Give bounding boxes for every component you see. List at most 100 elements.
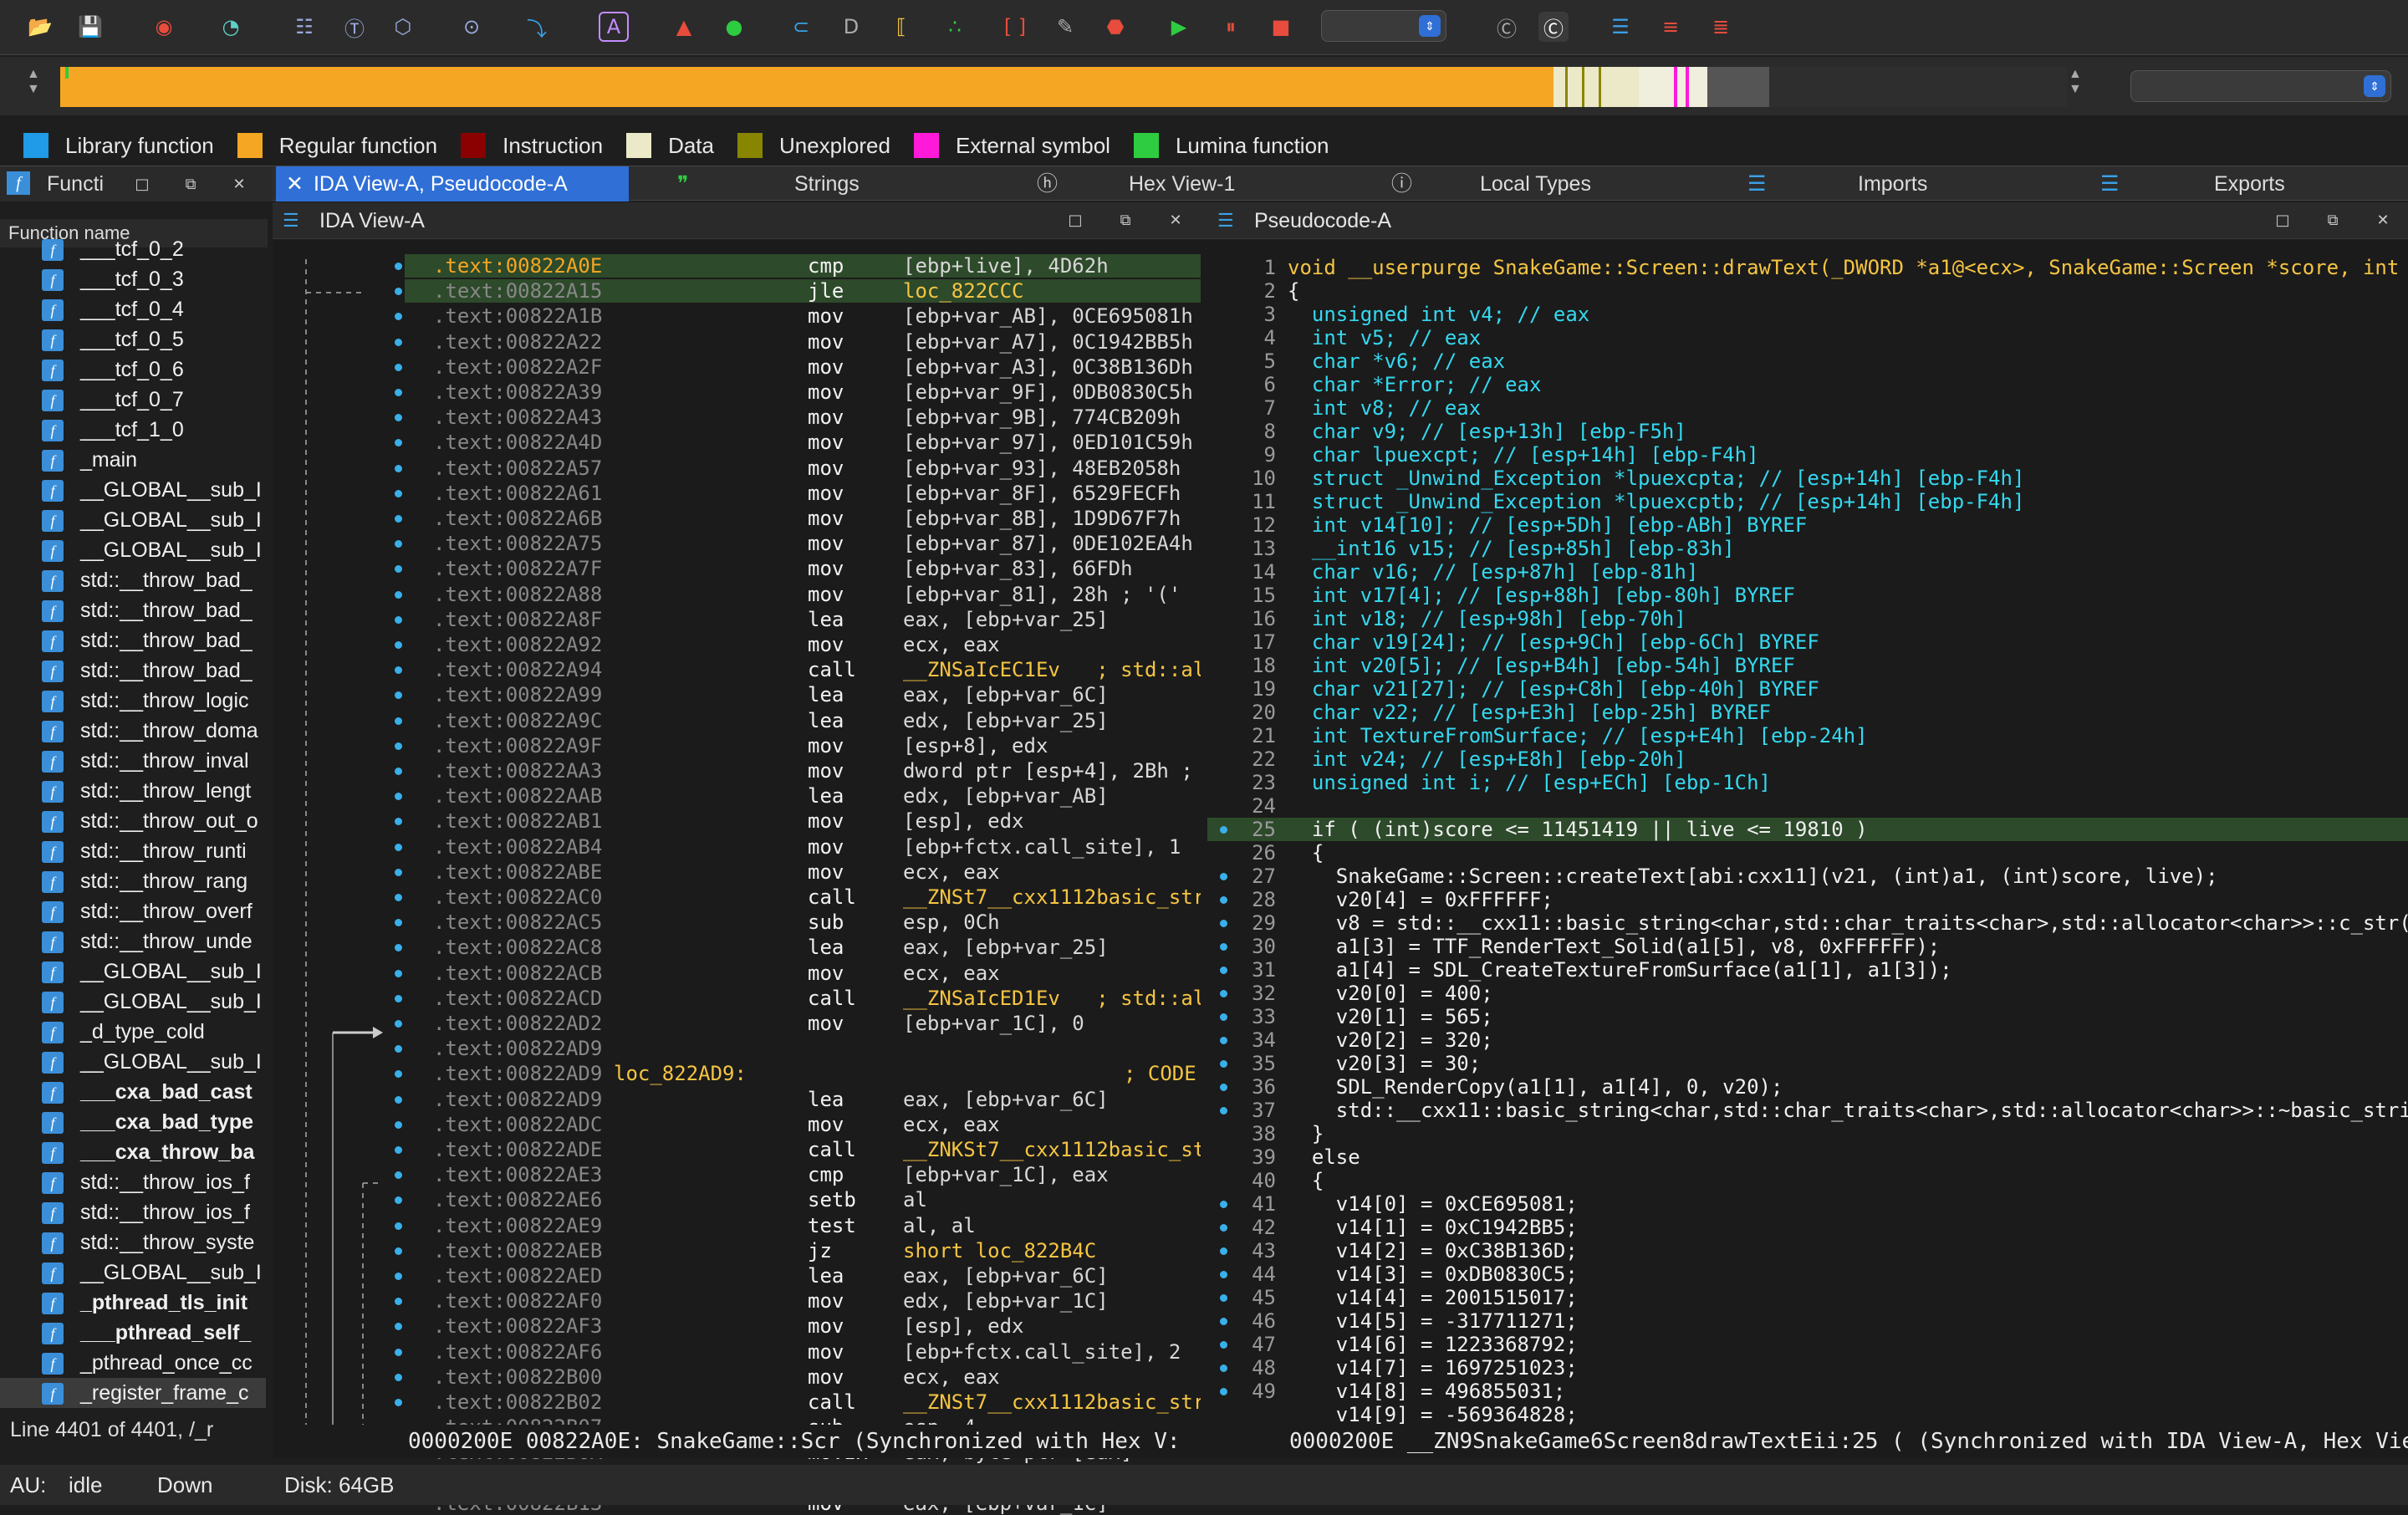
function-list-item[interactable]: f std::__throw_bad_ xyxy=(0,655,266,686)
tab-local-types[interactable]: Local Types xyxy=(1480,166,1591,201)
table-icon[interactable]: ☰ xyxy=(1605,12,1635,42)
function-list-item[interactable]: f std::__throw_doma xyxy=(0,716,266,746)
restore-icon[interactable]: ⧉ xyxy=(1117,212,1134,229)
pseudocode-line[interactable]: 41 v14[0] = 0xCE695081; xyxy=(1207,1192,2408,1216)
jump-forward-icon[interactable]: ◔ xyxy=(216,12,246,42)
pseudocode-line[interactable]: 19 char v21[27]; // [esp+C8h] [ebp-40h] … xyxy=(1207,677,2408,701)
function-list-item[interactable]: f _register_frame_c xyxy=(0,1378,266,1408)
pseudocode-line[interactable]: 36 SDL_RenderCopy(a1[1], a1[4], 0, v20); xyxy=(1207,1075,2408,1099)
pseudocode-line[interactable]: 5 char *v6; // eax xyxy=(1207,349,2408,373)
jump-back-icon[interactable]: ◉ xyxy=(149,12,179,42)
function-list-item[interactable]: f ___pthread_self_ xyxy=(0,1318,266,1348)
new-segment-icon[interactable]: ☷ xyxy=(289,12,319,42)
disasm-line[interactable]: .text:00822A39 mov [ebp+var_9F], 0DB0830C5… xyxy=(405,380,1201,404)
pseudocode-line[interactable]: 13 __int16 v15; // [esp+85h] [ebp-83h] xyxy=(1207,537,2408,560)
disasm-line[interactable]: .text:00822AC0 call __ZNSt7__cxx1112basic_… xyxy=(405,885,1201,909)
close-icon[interactable]: ✕ xyxy=(1167,212,1184,229)
minimize-icon[interactable]: □ xyxy=(2274,212,2291,229)
pseudocode-line[interactable]: 31 a1[4] = SDL_CreateTextureFromSurface(… xyxy=(1207,958,2408,982)
function-list-item[interactable]: f std::__throw_inval xyxy=(0,746,266,776)
tab-imports[interactable]: Imports xyxy=(1858,166,1927,201)
navigation-band[interactable] xyxy=(60,67,2067,107)
function-list-item[interactable]: f std::__throw_lengt xyxy=(0,776,266,806)
disasm-line[interactable]: .text:00822AD2 mov [ebp+var_1C], 0 xyxy=(405,1012,1201,1035)
disasm-line[interactable]: .text:00822ACB mov ecx, eax xyxy=(405,962,1201,985)
pseudocode-line[interactable]: 35 v20[3] = 30; xyxy=(1207,1052,2408,1075)
string-literal-icon[interactable]: A xyxy=(599,12,629,42)
navband-select[interactable]: ⇕ xyxy=(2130,70,2391,102)
disasm-line[interactable]: .text:00822A1B mov [ebp+var_AB], 0CE695081… xyxy=(405,304,1201,328)
function-list-item[interactable]: f __GLOBAL__sub_I xyxy=(0,1047,266,1077)
hex-icon[interactable]: ⬡ xyxy=(388,12,418,42)
pseudocode-line[interactable]: 38 } xyxy=(1207,1122,2408,1145)
disasm-line[interactable]: .text:00822B02 call __ZNSt7__cxx1112basic_… xyxy=(405,1390,1201,1414)
xref-icon[interactable]: ⊂ xyxy=(786,12,816,42)
pseudocode-line[interactable]: 10 struct _Unwind_Exception *lpuexcpta; … xyxy=(1207,467,2408,490)
pseudocode-line[interactable]: 26 { xyxy=(1207,841,2408,865)
stop-icon[interactable]: ■ xyxy=(1266,12,1296,42)
function-list-item[interactable]: f __GLOBAL__sub_I xyxy=(0,956,266,987)
function-list-item[interactable]: f __GLOBAL__sub_I xyxy=(0,475,266,505)
pseudocode-line[interactable]: 11 struct _Unwind_Exception *lpuexcptb; … xyxy=(1207,490,2408,513)
pseudocode-line[interactable]: 39 else xyxy=(1207,1145,2408,1169)
disasm-line[interactable]: .text:00822A2F mov [ebp+var_A3], 0C38B136D… xyxy=(405,355,1201,379)
disasm-line[interactable]: .text:00822A8F lea eax, [ebp+var_25] xyxy=(405,608,1201,631)
function-list-item[interactable]: f std::__throw_logic xyxy=(0,686,266,716)
refresh-icon[interactable]: Ⓒ xyxy=(1538,12,1569,42)
function-list-item[interactable]: f std::__throw_overf xyxy=(0,896,266,926)
pseudocode-line[interactable]: 16 int v18; // [esp+98h] [ebp-70h] xyxy=(1207,607,2408,630)
disasm-line[interactable]: .text:00822AA3 mov dword ptr [esp+4], 2Bh … xyxy=(405,759,1201,783)
disasm-line[interactable]: .text:00822A4D mov [ebp+var_97], 0ED101C59… xyxy=(405,431,1201,454)
pseudocode-line[interactable]: 15 int v17[4]; // [esp+88h] [ebp-80h] BY… xyxy=(1207,584,2408,607)
function-list-item[interactable]: f ___tcf_0_4 xyxy=(0,294,266,324)
disasm-line[interactable]: .text:00822ACD call __ZNSaIcED1Ev ; std::a… xyxy=(405,987,1201,1010)
function-list-item[interactable]: f std::__throw_unde xyxy=(0,926,266,956)
disasm-line[interactable]: .text:00822A22 mov [ebp+var_A7], 0C1942BB5… xyxy=(405,330,1201,354)
pseudocode-line[interactable]: 9 char lpuexcpt; // [esp+14h] [ebp-F4h] xyxy=(1207,443,2408,467)
disasm-line[interactable]: .text:00822AAB lea edx, [ebp+var_AB] xyxy=(405,784,1201,808)
disasm-line[interactable]: .text:00822AE9 test al, al xyxy=(405,1214,1201,1237)
pseudocode-line[interactable]: 2{ xyxy=(1207,279,2408,303)
disasm-line[interactable]: .text:00822AD9 loc_822AD9: ; CODE XR xyxy=(405,1062,1201,1085)
patch-icon[interactable]: ✎ xyxy=(1050,12,1080,42)
pseudocode-line[interactable]: 3 unsigned int v4; // eax xyxy=(1207,303,2408,326)
disasm-line[interactable]: .text:00822A15 jle loc_822CCC xyxy=(405,279,1201,304)
pseudocode-line[interactable]: 17 char v19[24]; // [esp+9Ch] [ebp-6Ch] … xyxy=(1207,630,2408,654)
pseudocode-line[interactable]: 12 int v14[10]; // [esp+5Dh] [ebp-ABh] B… xyxy=(1207,513,2408,537)
disasm-line[interactable]: .text:00822AD9 lea eax, [ebp+var_6C] xyxy=(405,1088,1201,1111)
disasm-line[interactable]: .text:00822AF3 mov [esp], edx xyxy=(405,1314,1201,1338)
function-list-item[interactable]: f ___tcf_0_3 xyxy=(0,264,266,294)
minimize-icon[interactable]: □ xyxy=(1067,212,1084,229)
pseudocode-line[interactable]: 24 xyxy=(1207,794,2408,818)
color-icon[interactable]: ▲ xyxy=(669,12,699,42)
pseudocode-line[interactable]: 42 v14[1] = 0xC1942BB5; xyxy=(1207,1216,2408,1239)
pseudocode-line[interactable]: 43 v14[2] = 0xC38B136D; xyxy=(1207,1239,2408,1262)
function-list-item[interactable]: f _pthread_tls_init xyxy=(0,1288,266,1318)
pseudocode-line[interactable]: 4 int v5; // eax xyxy=(1207,326,2408,349)
function-list-item[interactable]: f ___cxa_bad_cast xyxy=(0,1077,266,1107)
tab-ida-view-pseudocode[interactable]: ✕ IDA View-A, Pseudocode-A xyxy=(276,166,629,201)
pseudocode-line[interactable]: 33 v20[1] = 565; xyxy=(1207,1005,2408,1028)
circle-icon[interactable]: ● xyxy=(719,12,749,42)
pseudocode-line[interactable]: 40 { xyxy=(1207,1169,2408,1192)
disasm-line[interactable]: .text:00822A43 mov [ebp+var_9B], 774CB209h xyxy=(405,406,1201,429)
function-list-item[interactable]: f std::__throw_bad_ xyxy=(0,595,266,625)
function-list-item[interactable]: f ___tcf_1_0 xyxy=(0,415,266,445)
disasm-line[interactable]: .text:00822A61 mov [ebp+var_8F], 6529FECFh xyxy=(405,482,1201,505)
pseudocode-line[interactable]: 32 v20[0] = 400; xyxy=(1207,982,2408,1005)
pseudocode-line[interactable]: v14[9] = -569364828; xyxy=(1207,1403,2408,1426)
function-list-item[interactable]: f std::__throw_syste xyxy=(0,1227,266,1257)
open-icon[interactable]: 📂 xyxy=(25,12,55,42)
copy-icon[interactable]: Ⓒ xyxy=(1492,12,1522,42)
function-list-item[interactable]: f _d_type_cold xyxy=(0,1017,266,1047)
disasm-line[interactable]: .text:00822B00 mov ecx, eax xyxy=(405,1365,1201,1389)
disasm-line[interactable]: .text:00822AB1 mov [esp], edx xyxy=(405,809,1201,833)
pseudocode-line[interactable]: 14 char v16; // [esp+87h] [ebp-81h] xyxy=(1207,560,2408,584)
pseudocode-line[interactable]: 21 int TextureFromSurface; // [esp+E4h] … xyxy=(1207,724,2408,747)
pseudocode-line[interactable]: 29 v8 = std::__cxx11::basic_string<char,… xyxy=(1207,911,2408,935)
function-list-item[interactable]: f __GLOBAL__sub_I xyxy=(0,505,266,535)
disasm-line[interactable]: .text:00822A92 mov ecx, eax xyxy=(405,633,1201,656)
pseudocode-line[interactable]: 48 v14[7] = 1697251023; xyxy=(1207,1356,2408,1380)
disasm-line[interactable]: .text:00822ADC mov ecx, eax xyxy=(405,1113,1201,1136)
nav-right-arrow-icon[interactable]: ▲ ▼ xyxy=(2069,67,2082,97)
